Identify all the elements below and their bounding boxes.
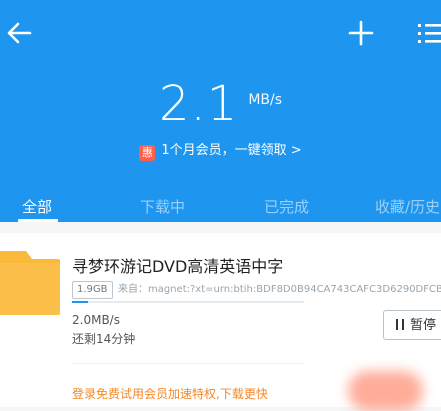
tab-favorites-history[interactable]: 收藏/历史 bbox=[375, 196, 440, 217]
pause-button[interactable]: 暂停 bbox=[383, 310, 441, 340]
divider bbox=[72, 363, 304, 364]
tab-completed[interactable]: 已完成 bbox=[264, 196, 309, 217]
member-promo-text: 1个月会员，一键领取 > bbox=[161, 143, 302, 158]
vip-speedup-promo[interactable]: 登录免费试用会员加速特权,下载更快 bbox=[72, 385, 268, 402]
member-promo-link[interactable]: 惠 1个月会员，一键领取 > bbox=[0, 139, 441, 161]
list-menu-icon[interactable] bbox=[416, 18, 441, 48]
back-arrow-icon[interactable] bbox=[4, 18, 34, 48]
download-progress-bar bbox=[72, 301, 304, 303]
download-progress-fill bbox=[72, 301, 89, 303]
discount-badge-icon: 惠 bbox=[139, 145, 156, 161]
download-speed: 2.1 MB/s bbox=[0, 76, 441, 132]
filter-tabs: 全部 下载中 已完成 收藏/历史 bbox=[0, 188, 441, 222]
task-file-name: 寻梦环游记DVD高清英语中字 bbox=[72, 257, 284, 276]
tab-downloading[interactable]: 下载中 bbox=[140, 196, 185, 217]
active-tab-indicator bbox=[18, 219, 58, 222]
task-time-remaining: 还剩14分钟 bbox=[72, 332, 136, 346]
plus-icon[interactable] bbox=[346, 18, 376, 48]
pause-icon bbox=[396, 319, 404, 330]
speed-unit: MB/s bbox=[248, 92, 283, 108]
download-task-card[interactable]: 寻梦环游记DVD高清英语中字 1.9GB 来自：magnet:?xt=urn:b… bbox=[0, 233, 441, 411]
speed-value: 2.1 bbox=[158, 76, 239, 132]
tab-all[interactable]: 全部 bbox=[22, 196, 52, 217]
pause-label: 暂停 bbox=[410, 318, 437, 333]
file-size-badge: 1.9GB bbox=[72, 281, 113, 299]
speedup-button[interactable] bbox=[348, 371, 423, 411]
task-speed: 2.0MB/s bbox=[72, 313, 120, 327]
header-bar: 2.1 MB/s 惠 1个月会员，一键领取 > 全部 下载中 已完成 收藏/历史 bbox=[0, 0, 441, 222]
task-source: 来自：magnet:?xt=urn:btih:BDF8D0B94CA743CAF… bbox=[118, 284, 441, 295]
folder-icon bbox=[0, 251, 60, 315]
